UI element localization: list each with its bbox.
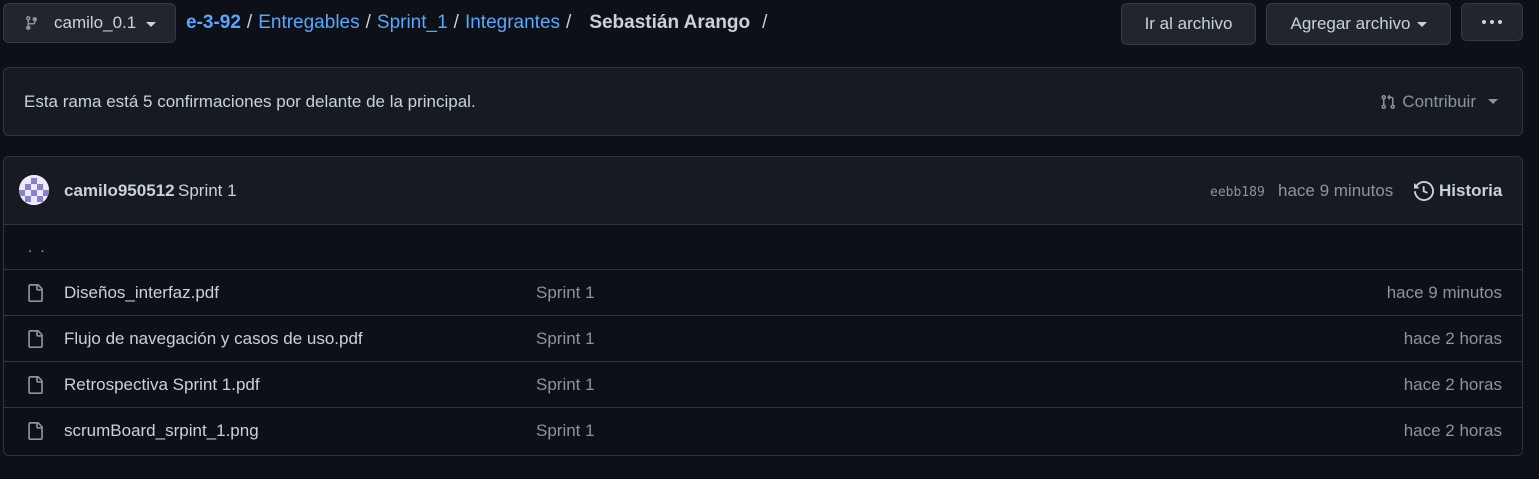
breadcrumb-current: Sebastián Arango [589,12,751,33]
git-branch-icon [25,16,37,31]
file-icon [28,330,43,348]
parent-directory-link[interactable]: . . [28,239,47,256]
file-icon [28,284,43,302]
breadcrumb-separator: / [762,12,768,33]
kebab-horizontal-icon [1482,20,1502,24]
add-file-label: Agregar archivo [1290,14,1411,33]
more-options-button[interactable] [1461,3,1523,41]
git-pull-request-icon [1381,94,1396,109]
breadcrumb: e-3-92 / Entregables / Sprint_1 / Integr… [186,3,773,43]
history-button[interactable]: Historia [1414,181,1502,201]
file-time: hace 2 horas [1403,421,1502,440]
commit-author-link[interactable]: camilo950512 [64,181,175,201]
chevron-down-icon [146,21,157,27]
goto-file-button[interactable]: Ir al archivo [1121,3,1256,45]
avatar[interactable] [19,175,49,205]
chevron-down-icon [1488,99,1498,104]
branch-ahead-notice: Esta rama está 5 confirmaciones por dela… [3,67,1523,136]
breadcrumb-separator: / [453,12,459,33]
file-list: camilo950512 Sprint 1 eebb189 hace 9 min… [3,156,1523,456]
table-row[interactable]: Flujo de navegación y casos de uso.pdf S… [4,316,1522,362]
table-row[interactable]: Diseños_interfaz.pdf Sprint 1 hace 9 min… [4,270,1522,316]
chevron-down-icon [1416,21,1427,27]
file-name-link[interactable]: scrumBoard_srpint_1.png [64,421,259,441]
file-name-link[interactable]: Flujo de navegación y casos de uso.pdf [64,329,363,349]
branch-selector-button[interactable]: camilo_0.1 [3,3,176,43]
file-time: hace 9 minutos [1386,282,1502,302]
breadcrumb-link-integrantes[interactable]: Integrantes [465,12,560,34]
contribute-button[interactable]: Contribuir [1380,68,1498,135]
history-icon [1414,180,1434,201]
commit-sha-link[interactable]: eebb189 [1210,185,1265,200]
top-bar: camilo_0.1 e-3-92 / Entregables / Sprint… [3,3,1523,45]
breadcrumb-separator: / [246,12,253,33]
parent-directory-row[interactable]: . . [4,225,1522,270]
breadcrumb-link-entregables[interactable]: Entregables [258,12,359,34]
file-name-link[interactable]: Retrospectiva Sprint 1.pdf [64,375,260,395]
latest-commit-header: camilo950512 Sprint 1 eebb189 hace 9 min… [4,157,1522,225]
file-commit-link[interactable]: Sprint 1 [536,375,595,395]
file-time: hace 2 horas [1403,328,1502,348]
breadcrumb-separator: / [365,12,371,33]
breadcrumb-repo-link[interactable]: e-3-92 [186,12,241,34]
table-row[interactable]: scrumBoard_srpint_1.png Sprint 1 hace 2 … [4,408,1522,454]
table-row[interactable]: Retrospectiva Sprint 1.pdf Sprint 1 hace… [4,362,1522,408]
file-commit-link[interactable]: Sprint 1 [536,283,595,303]
contribute-label: Contribuir [1402,91,1476,111]
file-icon [28,422,43,440]
file-icon [28,376,43,394]
history-label: Historia [1439,180,1503,200]
commit-message-link[interactable]: Sprint 1 [178,181,237,201]
branch-name: camilo_0.1 [54,13,137,32]
file-time: hace 2 horas [1403,374,1502,394]
file-name-link[interactable]: Diseños_interfaz.pdf [64,283,219,303]
breadcrumb-link-sprint[interactable]: Sprint_1 [377,12,448,34]
goto-file-label: Ir al archivo [1144,14,1233,33]
breadcrumb-separator: / [566,12,572,33]
file-commit-link[interactable]: Sprint 1 [536,329,595,349]
commit-time: hace 9 minutos [1278,180,1394,200]
ahead-text: Esta rama está 5 confirmaciones por dela… [24,91,476,111]
add-file-button[interactable]: Agregar archivo [1266,3,1451,45]
file-commit-link[interactable]: Sprint 1 [536,421,595,441]
